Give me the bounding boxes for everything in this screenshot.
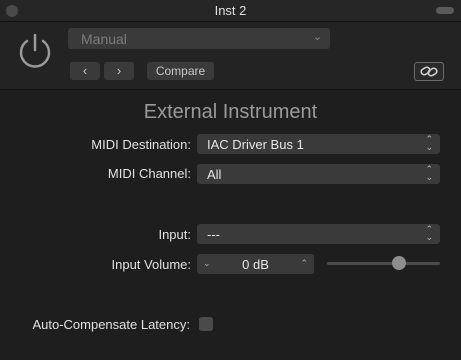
midi-destination-popup[interactable]: IAC Driver Bus 1 ⌃ ⌄	[197, 134, 440, 154]
input-volume-value: 0 dB	[242, 257, 269, 272]
chevron-up-icon[interactable]: ⌃	[300, 258, 308, 269]
next-preset-button[interactable]: ›	[104, 62, 134, 80]
chevron-down-icon: ⌄	[312, 31, 322, 43]
input-volume-label: Input Volume:	[111, 257, 192, 272]
link-icon	[420, 66, 438, 77]
midi-channel-value: All	[207, 167, 222, 182]
midi-destination-value: IAC Driver Bus 1	[207, 137, 304, 152]
input-volume-stepper[interactable]: ⌄ 0 dB ⌃	[197, 254, 314, 274]
auto-compensate-latency-label: Auto-Compensate Latency:	[32, 317, 190, 332]
input-popup[interactable]: --- ⌃ ⌄	[197, 224, 440, 244]
previous-preset-button[interactable]: ‹	[70, 62, 100, 80]
input-value: ---	[207, 227, 220, 242]
auto-compensate-latency-checkbox[interactable]	[199, 317, 213, 331]
preset-menu[interactable]: Manual ⌄	[68, 28, 330, 49]
plugin-header: Manual ⌄ ‹ › Compare	[0, 22, 461, 90]
up-down-arrows-icon: ⌃ ⌄	[425, 164, 433, 182]
midi-destination-label: MIDI Destination:	[91, 137, 191, 152]
compare-button[interactable]: Compare	[147, 62, 214, 80]
input-volume-slider-thumb[interactable]	[392, 256, 406, 270]
midi-channel-popup[interactable]: All ⌃ ⌄	[197, 164, 440, 184]
midi-channel-label: MIDI Channel:	[107, 166, 191, 181]
preset-value: Manual	[81, 31, 127, 47]
up-down-arrows-icon: ⌃ ⌄	[425, 134, 433, 152]
link-button[interactable]	[414, 62, 444, 81]
window-title: Inst 2	[214, 3, 247, 18]
plugin-name: External Instrument	[143, 101, 318, 123]
up-down-arrows-icon: ⌃ ⌄	[425, 224, 433, 242]
input-volume-slider[interactable]	[327, 262, 440, 265]
input-label: Input:	[158, 227, 191, 242]
title-bar: Inst 2	[0, 0, 461, 22]
power-icon[interactable]	[16, 32, 54, 70]
toolbar-toggle-button[interactable]	[436, 7, 454, 14]
